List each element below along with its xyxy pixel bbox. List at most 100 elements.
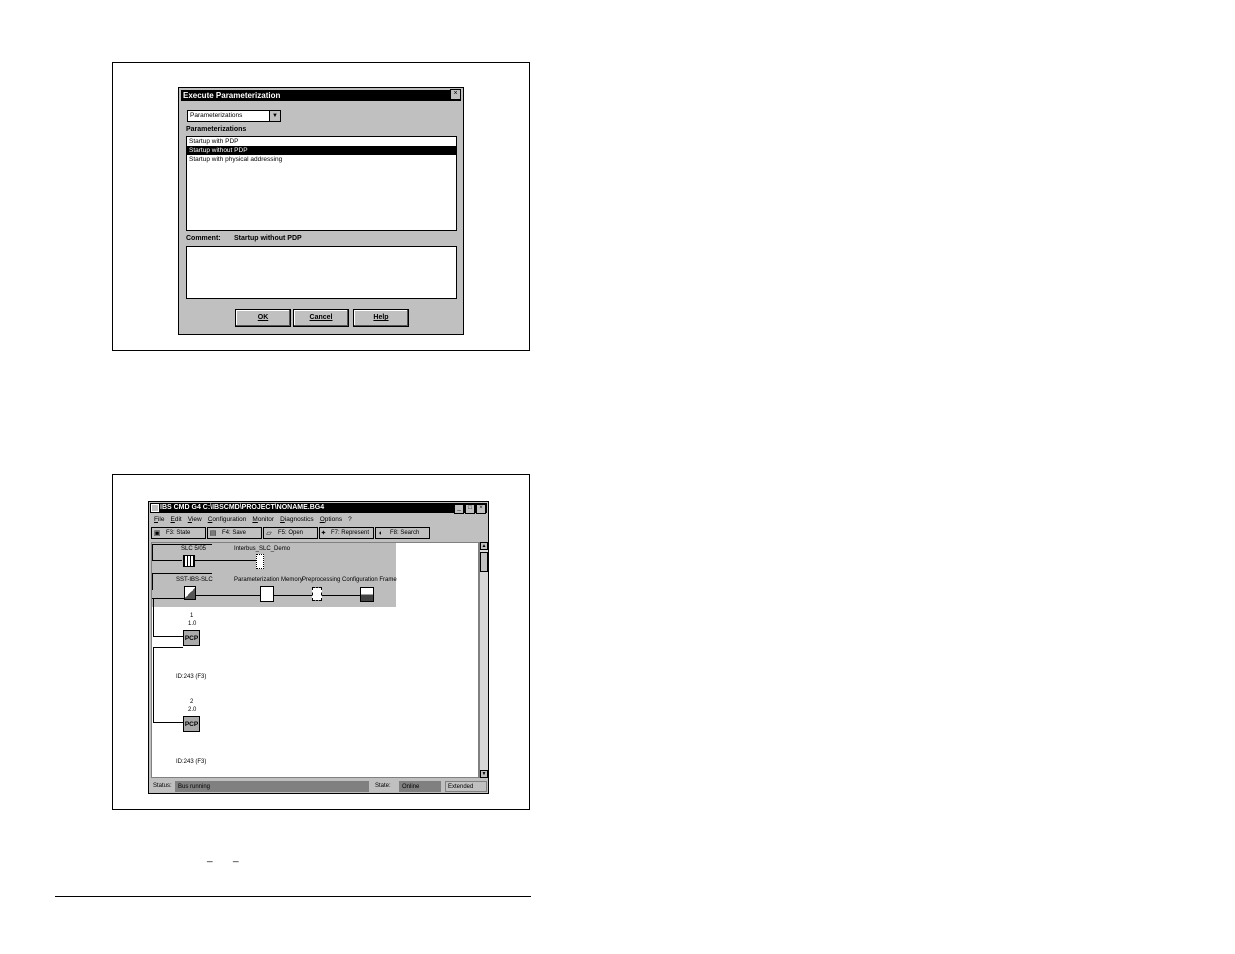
dialog-title: Execute Parameterization xyxy=(181,90,461,101)
state-button[interactable]: ▣ F3: State xyxy=(151,527,206,539)
select-value: Parameterizations xyxy=(190,112,243,119)
bus-configuration-canvas[interactable]: SLC 5/05 Interbus_SLC_Demo SST-IBS-SLC P… xyxy=(151,542,479,778)
footnote-mark: _ xyxy=(207,852,213,863)
app-icon xyxy=(151,504,159,512)
ibs-cmd-window: IBS CMD G4 C:\IBSCMD\PROJECT\NONAME.BG4 … xyxy=(148,501,489,794)
state-label: State: xyxy=(375,783,391,789)
module-icon[interactable] xyxy=(184,586,196,600)
save-icon: ▤ xyxy=(209,530,217,537)
menu-diagnostics[interactable]: Diagnostics xyxy=(280,515,314,525)
memory-icon[interactable] xyxy=(260,586,274,602)
status-label: Status: xyxy=(153,783,172,789)
slc-label: SLC 5/05 xyxy=(181,546,207,552)
connector-line xyxy=(153,647,154,723)
connector-line xyxy=(152,544,212,545)
list-item[interactable]: Startup with PDP xyxy=(187,137,456,146)
open-label: F5: Open xyxy=(278,530,304,536)
chevron-down-icon[interactable]: ▼ xyxy=(269,111,280,121)
mode-value: Extended xyxy=(445,781,487,792)
comment-textarea[interactable] xyxy=(186,246,457,299)
state-label: F3: State xyxy=(166,530,191,536)
status-bar: Status: Bus running State: Online Extend… xyxy=(151,781,487,792)
list-item-selected[interactable]: Startup without PDP xyxy=(187,146,456,155)
maximize-icon[interactable]: □ xyxy=(465,504,475,514)
device-address: 2.0 xyxy=(188,707,197,713)
state-value: Online xyxy=(399,781,441,792)
parameterization-type-select[interactable]: Parameterizations ▼ xyxy=(187,110,281,122)
connector-line xyxy=(152,544,153,561)
binoculars-icon: ◐ xyxy=(378,529,384,537)
menu-options[interactable]: Options xyxy=(320,515,342,525)
connector-line xyxy=(196,595,262,596)
plc-icon[interactable] xyxy=(183,555,195,567)
ok-button[interactable]: OK xyxy=(235,309,291,327)
list-label: Parameterizations xyxy=(186,126,247,133)
device-id: ID:243 (F3) xyxy=(176,759,207,765)
menu-view[interactable]: View xyxy=(188,515,202,525)
connector-line xyxy=(153,599,154,637)
scroll-down-icon[interactable]: ▼ xyxy=(480,770,488,778)
menu-file[interactable]: File xyxy=(154,515,165,525)
footnote-mark: _ xyxy=(233,852,239,863)
state-icon: ▣ xyxy=(153,530,161,537)
config-frame-label: Configuration Frame xyxy=(342,577,397,583)
toolbar: ▣ F3: State ▤ F4: Save ▱ F5: Open ✦ F7: … xyxy=(151,527,431,540)
execute-parameterization-dialog: Execute Parameterization × Parameterizat… xyxy=(178,87,464,335)
search-label: F8: Search xyxy=(390,530,420,536)
preprocessing-label: Preprocessing xyxy=(302,577,341,583)
app-title: IBS CMD G4 C:\IBSCMD\PROJECT\NONAME.BG4 xyxy=(150,503,487,513)
interbus-label: Interbus_SLC_Demo xyxy=(234,546,291,552)
ok-label: OK xyxy=(257,314,269,321)
vertical-scrollbar[interactable]: ▲ ▼ xyxy=(479,542,488,778)
window-controls: _ □ × xyxy=(454,504,486,514)
close-icon[interactable]: × xyxy=(476,504,486,514)
open-button[interactable]: ▱ F5: Open xyxy=(263,527,318,539)
comment-label: Comment: xyxy=(186,235,221,242)
menu-configuration[interactable]: Configuration xyxy=(208,515,247,525)
connector-line xyxy=(152,573,212,574)
connector-line xyxy=(152,573,153,590)
scroll-thumb[interactable] xyxy=(480,552,488,572)
menu-help[interactable]: ? xyxy=(348,515,352,525)
connector-line xyxy=(152,560,182,561)
preprocessing-icon[interactable] xyxy=(312,587,322,601)
sst-label: SST-IBS-SLC xyxy=(176,577,213,583)
bus-tree-icon[interactable] xyxy=(256,554,264,569)
comment-value: Startup without PDP xyxy=(234,235,302,242)
connector-line xyxy=(153,722,183,723)
connector-line xyxy=(272,595,312,596)
connector-line xyxy=(320,595,360,596)
pcp-device[interactable]: PCP xyxy=(183,630,200,646)
scroll-up-icon[interactable]: ▲ xyxy=(480,542,488,550)
save-button[interactable]: ▤ F4: Save xyxy=(207,527,262,539)
represent-icon: ✦ xyxy=(320,530,327,537)
open-folder-icon: ▱ xyxy=(266,530,272,537)
device-number: 2 xyxy=(190,699,194,705)
list-item[interactable]: Startup with physical addressing xyxy=(187,155,456,164)
connector-line xyxy=(152,598,184,599)
pcp-device[interactable]: PCP xyxy=(183,716,200,732)
connector-line xyxy=(194,560,256,561)
page-divider xyxy=(55,896,531,897)
menu-monitor[interactable]: Monitor xyxy=(252,515,274,525)
represent-label: F7: Represent xyxy=(330,530,369,536)
menu-edit[interactable]: Edit xyxy=(171,515,182,525)
parameterizations-listbox[interactable]: Startup with PDP Startup without PDP Sta… xyxy=(186,136,457,231)
connector-line xyxy=(153,636,183,637)
search-button[interactable]: ◐ F8: Search xyxy=(375,527,430,539)
help-button[interactable]: Help xyxy=(353,309,409,327)
device-address: 1.0 xyxy=(188,621,197,627)
minimize-icon[interactable]: _ xyxy=(454,504,464,514)
config-frame-icon[interactable] xyxy=(360,587,374,602)
status-value: Bus running xyxy=(175,781,369,792)
help-label: Help xyxy=(373,314,389,321)
cancel-label: Cancel xyxy=(309,314,333,321)
close-icon[interactable]: × xyxy=(450,89,461,100)
cancel-button[interactable]: Cancel xyxy=(293,309,349,327)
represent-button[interactable]: ✦ F7: Represent xyxy=(319,527,374,539)
menu-bar: File Edit View Configuration Monitor Dia… xyxy=(151,515,352,525)
device-id: ID:243 (F3) xyxy=(176,674,207,680)
device-number: 1 xyxy=(190,613,194,619)
save-label: F4: Save xyxy=(222,530,247,536)
param-memory-label: Parameterization Memory xyxy=(234,577,303,583)
